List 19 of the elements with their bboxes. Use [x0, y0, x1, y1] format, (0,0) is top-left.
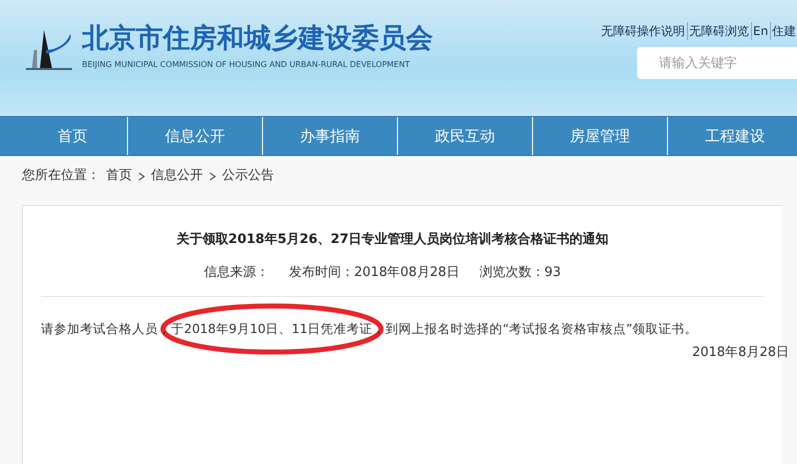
breadcrumb-link[interactable]: 信息公开 — [151, 166, 203, 186]
top-link[interactable]: 住建 — [770, 22, 797, 40]
article-date: 2018年8月28日 — [692, 344, 789, 362]
article-meta: 浏览次数：93 — [479, 264, 561, 282]
article-body: 请参加考试合格人员，于2018年9月10日、11日凭准考证，到网上报名时选择的“考试报名资格审核点”领取证书。 — [41, 320, 699, 338]
site-title: 北京市住房和城乡建设委员会 — [82, 22, 433, 56]
search-field[interactable]: 请输入关键字 — [637, 47, 797, 79]
chevron-icon — [209, 172, 216, 180]
article-meta: 发布时间：2018年08月28日 — [289, 264, 460, 282]
breadcrumb-link[interactable]: 首页 — [106, 166, 132, 186]
site-subtitle: BEIJING MUNICIPAL COMMISSION OF HOUSING AND URBAN-RURAL DEVELOPMENT — [82, 59, 411, 71]
top-link[interactable]: 无障碍浏览 — [687, 22, 750, 40]
article-meta: 信息来源： — [204, 264, 270, 282]
chevron-icon — [138, 172, 145, 180]
breadcrumb-label: 您所在位置： — [22, 167, 100, 186]
breadcrumb-link[interactable]: 公示公告 — [222, 166, 274, 186]
top-link[interactable]: 无障碍操作说明 — [600, 22, 686, 40]
top-link[interactable]: En — [751, 22, 770, 40]
article-title: 关于领取2018年5月26、27日专业管理人员岗位培训考核合格证书的通知 — [175, 230, 610, 249]
